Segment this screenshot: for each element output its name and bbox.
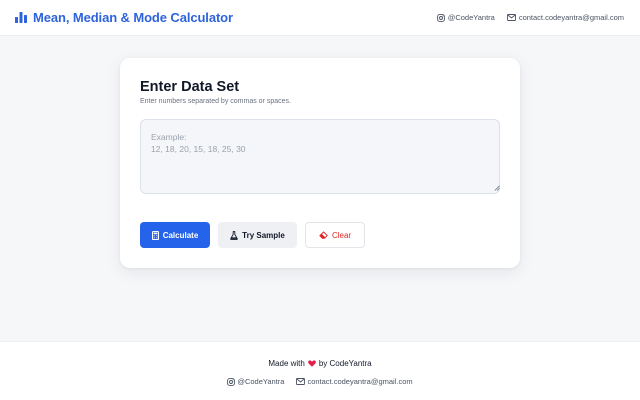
app-title: Mean, Median & Mode Calculator (33, 10, 233, 25)
header-instagram-text: @CodeYantra (447, 13, 495, 22)
calculator-icon (151, 230, 159, 240)
brand[interactable]: Mean, Median & Mode Calculator (15, 10, 233, 25)
header-email-text: contact.codeyantra@gmail.com (518, 13, 624, 22)
card-subtitle: Enter numbers separated by commas or spa… (140, 98, 291, 105)
made-with-suffix: by CodeYantra (318, 359, 372, 368)
instagram-icon (436, 13, 445, 22)
made-with-line: Made with by CodeYantra (0, 359, 640, 368)
eraser-icon (319, 231, 328, 239)
heart-icon (307, 360, 316, 367)
instagram-icon (227, 377, 236, 386)
page-footer: Made with by CodeYantra @CodeYantra cont… (0, 341, 640, 400)
header-email-link[interactable]: contact.codeyantra@gmail.com (506, 13, 624, 22)
calculate-button-label: Calculate (162, 230, 199, 240)
bar-chart-icon (15, 12, 27, 23)
data-set-input[interactable] (140, 119, 500, 194)
clear-button[interactable]: Clear (305, 222, 365, 248)
try-sample-button-label: Try Sample (242, 230, 285, 240)
data-entry-card: Enter Data Set Enter numbers separated b… (120, 58, 520, 268)
try-sample-button[interactable]: Try Sample (218, 222, 297, 248)
footer-email-text: contact.codeyantra@gmail.com (307, 377, 413, 386)
card-title: Enter Data Set (140, 79, 240, 95)
flask-icon (230, 230, 238, 240)
footer-email-link[interactable]: contact.codeyantra@gmail.com (296, 377, 413, 386)
footer-instagram-text: @CodeYantra (237, 377, 285, 386)
made-with-prefix: Made with (268, 359, 305, 368)
header-contacts: @CodeYantra contact.codeyantra@gmail.com (436, 13, 624, 22)
app-header: Mean, Median & Mode Calculator @CodeYant… (0, 0, 640, 36)
footer-instagram-link[interactable]: @CodeYantra (227, 377, 284, 386)
calculate-button[interactable]: Calculate (140, 222, 210, 248)
header-instagram-link[interactable]: @CodeYantra (436, 13, 495, 22)
footer-contacts: @CodeYantra contact.codeyantra@gmail.com (0, 377, 640, 386)
envelope-icon (506, 14, 516, 21)
envelope-icon (296, 378, 306, 385)
clear-button-label: Clear (331, 230, 352, 240)
